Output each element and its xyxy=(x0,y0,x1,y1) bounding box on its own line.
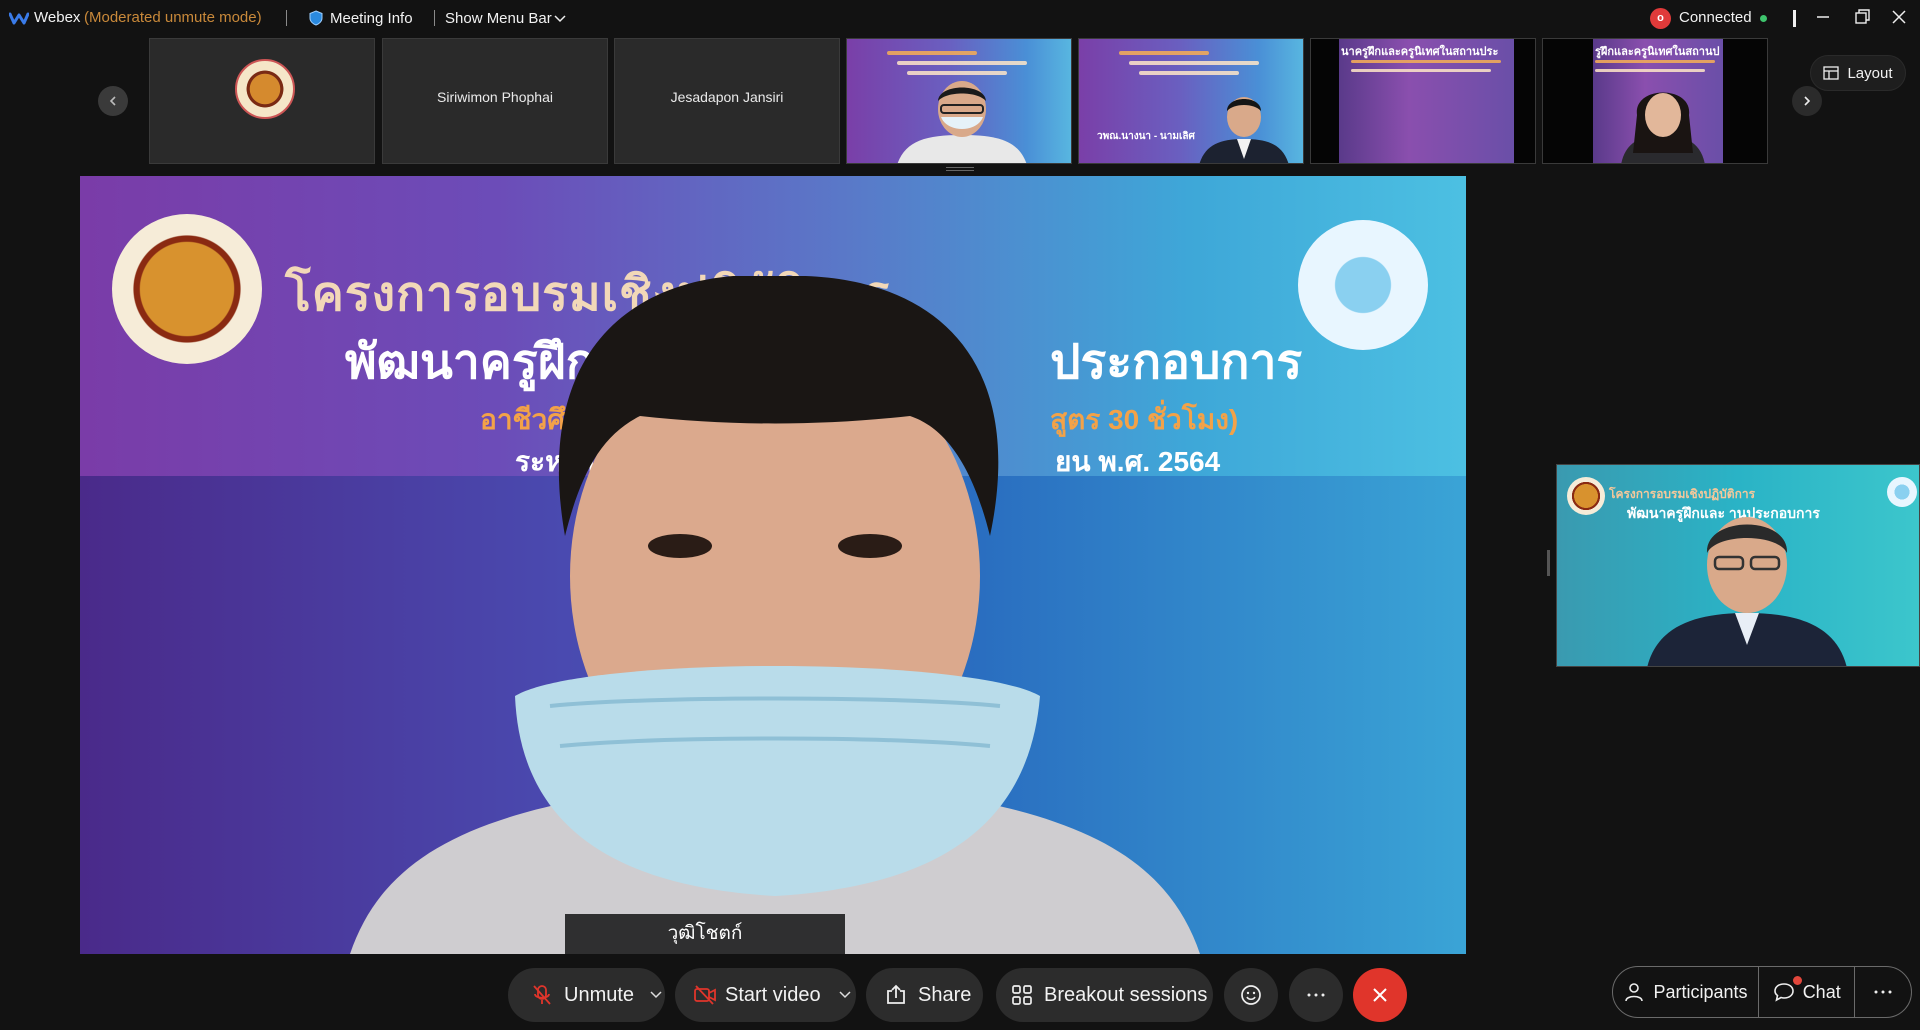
speaker-name-tag: วุฒิโชตก์ xyxy=(565,914,845,954)
more-panels-button[interactable] xyxy=(1855,967,1911,1017)
chat-label: Chat xyxy=(1802,981,1841,1002)
start-video-label: Start video xyxy=(725,983,821,1006)
layout-button[interactable]: Layout xyxy=(1810,55,1906,91)
slide-text xyxy=(1139,71,1239,75)
chat-notification-badge xyxy=(1793,976,1802,985)
minimize-icon[interactable] xyxy=(1812,6,1834,28)
organization-seal-icon xyxy=(1567,477,1605,515)
title-divider xyxy=(434,10,435,26)
participant-video-thumbnail[interactable]: รูฝึกและครูนิเทศในสถานป xyxy=(1542,38,1768,164)
meeting-info-button[interactable]: Meeting Info xyxy=(330,10,413,27)
active-speaker-video[interactable]: โครงการอบรมเชิงปฏิบัติการ พัฒนาครูฝึกและ… xyxy=(80,176,1466,954)
participant-person xyxy=(1621,92,1705,163)
slide-text xyxy=(1595,60,1715,63)
close-icon xyxy=(1373,988,1387,1002)
slide-text xyxy=(897,61,1027,65)
chat-bubble-icon xyxy=(1773,983,1794,1002)
participants-button[interactable]: Participants xyxy=(1613,967,1758,1017)
participant-person xyxy=(897,81,1027,163)
chevron-down-icon[interactable] xyxy=(554,13,566,23)
ministry-seal-icon xyxy=(1887,477,1917,507)
strip-resize-handle[interactable] xyxy=(946,167,974,171)
share-icon xyxy=(887,984,905,1004)
unmute-label: Unmute xyxy=(564,983,635,1006)
panel-button-group: Participants Chat xyxy=(1612,966,1912,1018)
participant-name: Siriwimon Phophai xyxy=(437,89,553,105)
participant-video-thumbnail[interactable] xyxy=(846,38,1072,164)
slide-text: รูฝึกและครูนิเทศในสถานป xyxy=(1595,46,1720,58)
participant-person xyxy=(1647,517,1847,666)
title-divider xyxy=(286,10,287,26)
unmute-button[interactable]: Unmute xyxy=(508,968,665,1022)
slide-text xyxy=(1351,69,1491,72)
participant-video-thumbnail[interactable]: นาครูฝึกและครูนิเทศในสถานประ xyxy=(1310,38,1536,164)
chevron-left-icon xyxy=(109,96,116,106)
strip-scroll-left-button[interactable] xyxy=(98,86,128,116)
chevron-down-icon[interactable] xyxy=(650,991,662,999)
restore-icon[interactable] xyxy=(1851,6,1873,28)
participant-thumbnail[interactable]: Jesadapon Jansiri xyxy=(614,38,840,164)
title-bar: Webex (Moderated unmute mode) Meeting In… xyxy=(0,0,1920,36)
participants-label: Participants xyxy=(1653,981,1748,1002)
slide-text xyxy=(907,71,1007,75)
video-caption: วพณ.นางนา - นามเลิศ xyxy=(1097,131,1195,142)
more-options-button[interactable] xyxy=(1289,968,1343,1022)
participant-thumbnail[interactable] xyxy=(149,38,375,164)
chevron-down-icon[interactable] xyxy=(839,991,851,999)
close-icon[interactable] xyxy=(1888,6,1910,28)
connection-status-dot xyxy=(1760,15,1767,22)
organization-seal-icon xyxy=(235,59,295,119)
chat-button[interactable]: Chat xyxy=(1759,967,1854,1017)
strip-scroll-right-button[interactable] xyxy=(1792,86,1822,116)
participant-person xyxy=(1199,97,1289,163)
participant-name: Jesadapon Jansiri xyxy=(670,89,784,105)
slide-text xyxy=(1129,61,1259,65)
start-video-button[interactable]: Start video xyxy=(675,968,856,1022)
speaker-person xyxy=(350,276,1200,954)
organization-seal-icon xyxy=(112,214,262,364)
participant-video-thumbnail[interactable]: วพณ.นางนา - นามเลิศ xyxy=(1078,38,1304,164)
participant-thumbnail[interactable]: Siriwimon Phophai xyxy=(382,38,608,164)
show-menu-bar-button[interactable]: Show Menu Bar xyxy=(445,10,552,27)
self-view-video[interactable]: โครงการอบรมเชิงปฏิบัติการ พัฒนาครูฝึกและ… xyxy=(1556,464,1920,667)
layout-icon xyxy=(1823,66,1840,80)
more-horizontal-icon xyxy=(1874,990,1892,994)
layout-label: Layout xyxy=(1847,64,1893,82)
leave-meeting-button[interactable] xyxy=(1353,968,1407,1022)
share-button[interactable]: Share xyxy=(866,968,983,1022)
connection-status[interactable]: Connected xyxy=(1679,9,1752,26)
panel-resize-handle[interactable] xyxy=(1547,550,1550,576)
camera-off-icon xyxy=(694,985,716,1005)
person-icon xyxy=(1625,983,1644,1002)
reactions-button[interactable] xyxy=(1224,968,1278,1022)
more-horizontal-icon xyxy=(1307,993,1325,997)
slide-text xyxy=(1595,69,1705,72)
chevron-right-icon xyxy=(1804,96,1811,106)
microphone-muted-icon xyxy=(533,985,551,1005)
slide-text xyxy=(887,51,977,55)
webex-logo-icon xyxy=(9,12,29,25)
slide-text: นาครูฝึกและครูนิเทศในสถานประ xyxy=(1341,46,1499,58)
moderated-mode-label: (Moderated unmute mode) xyxy=(84,9,262,26)
slide-text xyxy=(1119,51,1209,55)
smiley-icon xyxy=(1241,985,1261,1005)
breakout-icon xyxy=(1012,985,1032,1005)
shield-icon[interactable] xyxy=(308,10,324,26)
slide-text xyxy=(1351,60,1501,63)
recording-indicator[interactable]: o xyxy=(1650,8,1671,29)
breakout-sessions-label: Breakout sessions xyxy=(1044,983,1208,1006)
audio-level-indicator xyxy=(1793,10,1796,27)
breakout-sessions-button[interactable]: Breakout sessions xyxy=(996,968,1213,1022)
app-name: Webex xyxy=(34,9,81,26)
share-label: Share xyxy=(918,983,972,1006)
ministry-seal-icon xyxy=(1298,220,1428,350)
